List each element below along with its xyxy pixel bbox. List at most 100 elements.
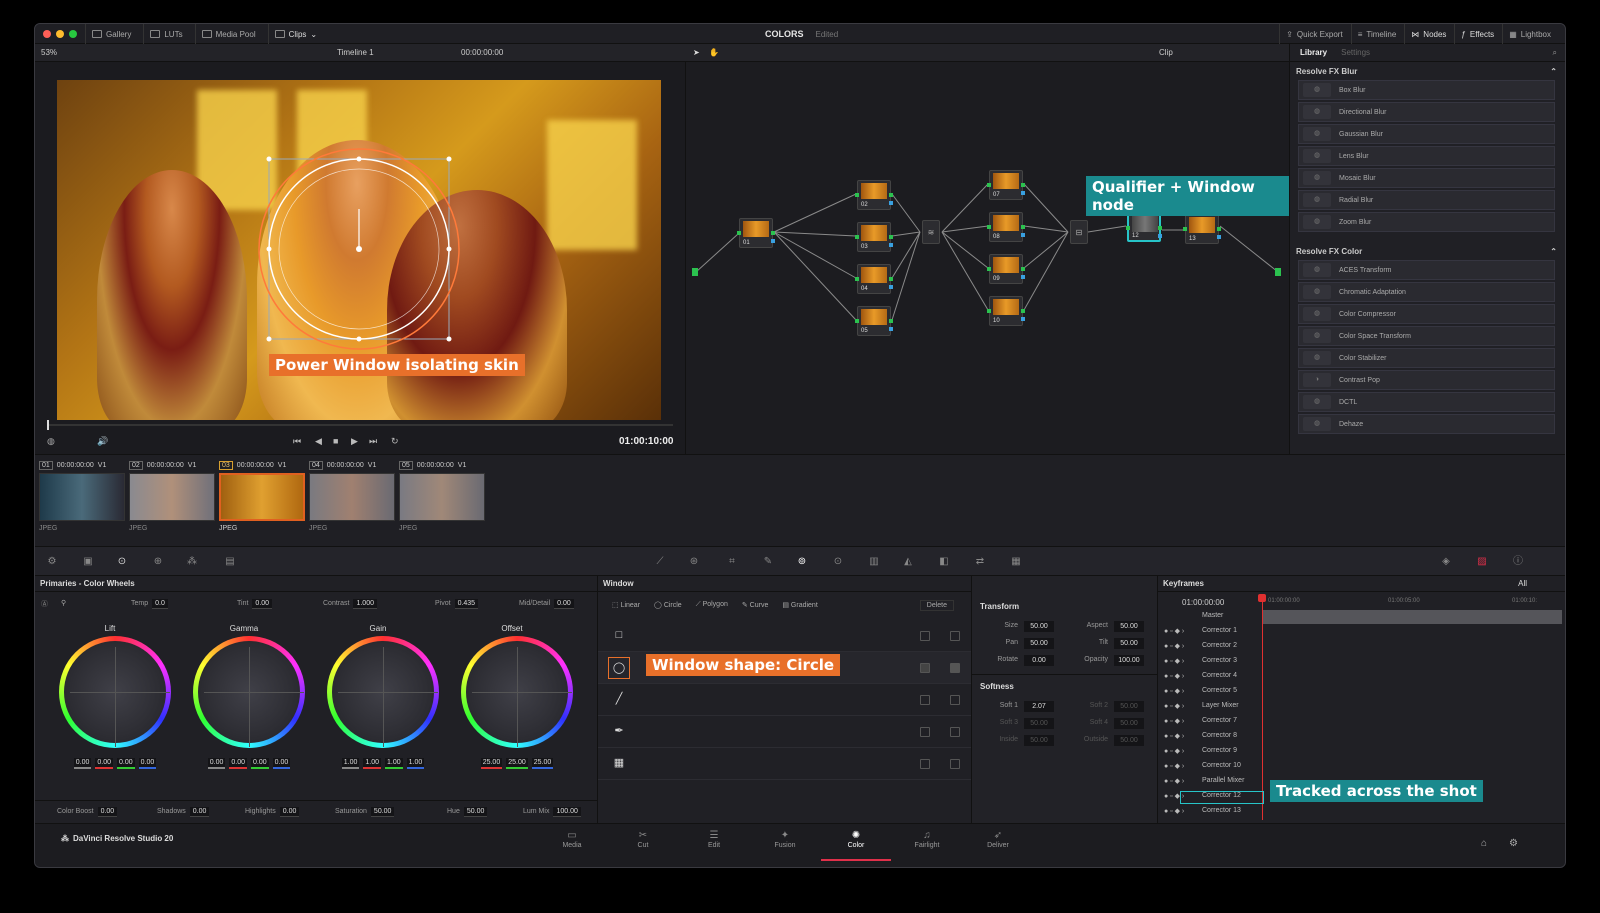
fx-item[interactable]: ◑ Contrast Pop xyxy=(1298,370,1555,390)
node-mode-dropdown[interactable]: Clip xyxy=(1159,48,1173,57)
keyframe-row[interactable]: ● ▫ ◆ › Layer Mixer xyxy=(1158,702,1565,717)
mid-detail-field[interactable]: 0.00 xyxy=(554,599,574,609)
soft3-field[interactable]: 50.00 xyxy=(1024,718,1054,729)
shadows-field[interactable]: 0.00 xyxy=(189,807,210,817)
hue-field[interactable]: 50.00 xyxy=(463,807,488,817)
window-row-gradient[interactable]: ▦ xyxy=(598,748,972,780)
gain-wheel[interactable]: Gain 1.00 1.00 1.00 1.00 xyxy=(323,624,439,769)
window-icon[interactable]: ⊚ xyxy=(795,556,809,568)
window-row-curve[interactable]: ✒ xyxy=(598,716,972,748)
color-match-icon[interactable]: ▣ xyxy=(81,556,95,568)
nav-deliver[interactable]: ➶ Deliver xyxy=(963,830,1033,849)
clip-item[interactable]: 01 00:00:00:00 V1 JPEG xyxy=(39,459,127,532)
nav-media[interactable]: ▭ Media xyxy=(537,830,607,849)
minimize-window-button[interactable] xyxy=(56,30,64,38)
tracker-icon[interactable]: ⊙ xyxy=(831,556,845,568)
mask-checkbox[interactable] xyxy=(950,631,960,641)
node-10[interactable]: 10 xyxy=(987,296,1025,326)
media-pool-button[interactable]: Media Pool xyxy=(194,24,262,44)
fx-item[interactable]: ◍ Mosaic Blur xyxy=(1298,168,1555,188)
home-icon[interactable]: ⌂ xyxy=(1481,838,1487,849)
fx-item[interactable]: ◍ Box Blur xyxy=(1298,80,1555,100)
camera-raw-icon[interactable]: ⚙ xyxy=(45,556,59,568)
video-frame[interactable]: Power Window isolating skin xyxy=(57,80,661,420)
window-row-polygon[interactable]: ╱ xyxy=(598,684,972,716)
mask-checkbox[interactable] xyxy=(950,663,960,673)
fx-item[interactable]: ◍ Chromatic Adaptation xyxy=(1298,282,1555,302)
playhead[interactable] xyxy=(47,420,49,430)
keyframe-row[interactable]: ● ▫ ◆ › Corrector 8 xyxy=(1158,732,1565,747)
mask-checkbox[interactable] xyxy=(950,695,960,705)
color-warper-icon[interactable]: ⊛ xyxy=(687,556,701,568)
size-field[interactable]: 50.00 xyxy=(1024,621,1054,632)
layer-mixer-node[interactable]: ⊟ xyxy=(1070,220,1088,244)
invert-checkbox[interactable] xyxy=(920,759,930,769)
fx-item[interactable]: ◍ Lens Blur xyxy=(1298,146,1555,166)
rgb-mixer-icon[interactable]: ⁂ xyxy=(185,556,199,568)
keyframe-row[interactable]: ● ▫ ◆ › Corrector 7 xyxy=(1158,717,1565,732)
invert-checkbox[interactable] xyxy=(920,631,930,641)
nodes-button[interactable]: ⋈ Nodes xyxy=(1404,24,1452,44)
effects-button[interactable]: ƒ Effects xyxy=(1454,24,1500,44)
keyframe-row[interactable]: ● ▫ ◆ › Corrector 9 xyxy=(1158,747,1565,762)
clip-item[interactable]: 04 00:00:00:00 V1 JPEG xyxy=(309,459,397,532)
contrast-field[interactable]: 1.000 xyxy=(353,599,377,609)
fx-item[interactable]: ◍ Zoom Blur xyxy=(1298,212,1555,232)
node-07[interactable]: 07 xyxy=(987,170,1025,200)
auto-balance-icon[interactable]: Ⓐ xyxy=(41,599,48,609)
viewer-mode-icon[interactable]: ◍ xyxy=(47,436,55,447)
keyframe-row[interactable]: ● ▫ ◆ › Corrector 2 xyxy=(1158,642,1565,657)
lift-wheel[interactable]: Lift 0.00 0.00 0.00 0.00 xyxy=(55,624,171,769)
stop-icon[interactable]: ■ xyxy=(333,436,338,446)
keyframe-row[interactable]: ● ▫ ◆ › Corrector 10 xyxy=(1158,762,1565,777)
node-09[interactable]: 09 xyxy=(987,254,1025,284)
parallel-mixer-node[interactable]: ≋ xyxy=(922,220,940,244)
close-window-button[interactable] xyxy=(43,30,51,38)
keyframes-filter-dropdown[interactable]: All xyxy=(1518,579,1527,588)
section-color-header[interactable]: Resolve FX Color ⌃ xyxy=(1290,242,1565,260)
zoom-dropdown[interactable]: 53% xyxy=(41,48,57,57)
pan-field[interactable]: 50.00 xyxy=(1024,638,1054,649)
keyframe-row[interactable]: ● ▫ ◆ › Corrector 1 xyxy=(1158,627,1565,642)
section-blur-header[interactable]: Resolve FX Blur ⌃ xyxy=(1290,62,1565,80)
invert-checkbox[interactable] xyxy=(920,727,930,737)
polygon-window-button[interactable]: ⟋ Polygon xyxy=(696,601,728,609)
playhead-handle[interactable] xyxy=(1258,594,1266,602)
inside-field[interactable]: 50.00 xyxy=(1024,735,1054,746)
gradient-window-button[interactable]: ▤ Gradient xyxy=(782,601,817,609)
blur-icon[interactable]: ◭ xyxy=(901,556,915,568)
keyframe-row[interactable]: ● ▫ ◆ › Corrector 3 xyxy=(1158,657,1565,672)
soft4-field[interactable]: 50.00 xyxy=(1114,718,1144,729)
tab-settings[interactable]: Settings xyxy=(1341,48,1370,57)
circle-window-button[interactable]: ◯ Circle xyxy=(654,601,682,609)
source-input-port[interactable] xyxy=(692,268,698,276)
node-03[interactable]: 03 xyxy=(855,222,893,252)
delete-window-button[interactable]: Delete xyxy=(919,599,954,611)
outside-field[interactable]: 50.00 xyxy=(1114,735,1144,746)
play-reverse-icon[interactable]: ◀ xyxy=(315,436,322,447)
clips-button[interactable]: Clips ⌄ xyxy=(267,24,323,44)
output-port[interactable] xyxy=(1275,268,1281,276)
aspect-field[interactable]: 50.00 xyxy=(1114,621,1144,632)
skip-start-icon[interactable]: ⏮ xyxy=(293,436,301,447)
timeline-button[interactable]: ≡ Timeline xyxy=(1350,24,1403,44)
opacity-field[interactable]: 100.00 xyxy=(1114,655,1144,666)
picker-icon[interactable]: ⚲ xyxy=(61,599,66,607)
gallery-button[interactable]: Gallery xyxy=(85,24,137,44)
color-wheels-icon[interactable]: ⊙ xyxy=(115,556,129,568)
gamma-wheel[interactable]: Gamma 0.00 0.00 0.00 0.00 xyxy=(189,624,305,769)
pointer-icon[interactable]: ➤ xyxy=(693,48,700,57)
keyframe-row[interactable]: ● ▫ ◆ › Corrector 13 xyxy=(1158,807,1565,822)
fx-item[interactable]: ◍ Color Stabilizer xyxy=(1298,348,1555,368)
clip-item[interactable]: 05 00:00:00:00 V1 JPEG xyxy=(399,459,487,532)
soft1-field[interactable]: 2.07 xyxy=(1024,701,1054,712)
window-row-linear[interactable]: □ xyxy=(598,620,972,652)
node-editor[interactable]: 01 02 03 04 05 ≋ 07 08 09 10 ⊟ 12 13 Qua… xyxy=(685,62,1289,454)
pivot-field[interactable]: 0.435 xyxy=(454,599,479,609)
3d-icon[interactable]: ▦ xyxy=(1009,556,1023,568)
timeline-dropdown[interactable]: Timeline 1 xyxy=(337,48,374,57)
keyframe-row[interactable]: ● ▫ ◆ › Corrector 5 xyxy=(1158,687,1565,702)
lum-mix-field[interactable]: 100.00 xyxy=(553,807,581,817)
clip-item-selected[interactable]: 03 00:00:00:00 V1 JPEG xyxy=(219,459,307,532)
offset-wheel[interactable]: Offset 25.00 25.00 25.00 xyxy=(457,624,573,769)
